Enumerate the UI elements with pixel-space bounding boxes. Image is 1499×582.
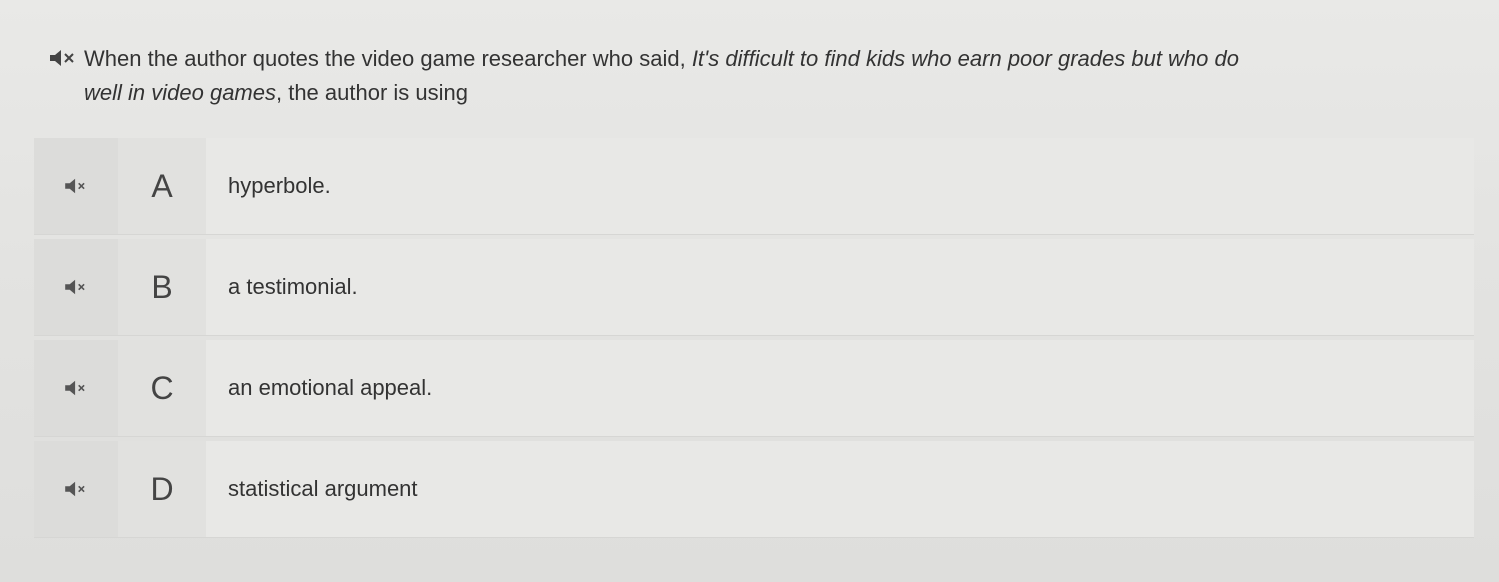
choice-d-letter: D — [118, 441, 206, 537]
speaker-muted-icon — [65, 481, 85, 497]
choice-a-audio-button[interactable] — [34, 138, 118, 234]
question-quote-line2: well in video games — [84, 80, 276, 105]
answer-choices: A hyperbole. B a testimonial. C an emoti… — [34, 138, 1474, 542]
choice-c-text: an emotional appeal. — [206, 340, 1474, 436]
choice-b-audio-button[interactable] — [34, 239, 118, 335]
choice-a[interactable]: A hyperbole. — [34, 138, 1474, 235]
choice-d-text: statistical argument — [206, 441, 1474, 537]
choice-c[interactable]: C an emotional appeal. — [34, 340, 1474, 437]
speaker-muted-icon — [65, 380, 85, 396]
choice-d[interactable]: D statistical argument — [34, 441, 1474, 538]
choice-b[interactable]: B a testimonial. — [34, 239, 1474, 336]
choice-b-letter: B — [118, 239, 206, 335]
choice-c-audio-button[interactable] — [34, 340, 118, 436]
question-suffix: , the author is using — [275, 80, 468, 105]
choice-d-audio-button[interactable] — [34, 441, 118, 537]
speaker-muted-icon — [65, 279, 85, 295]
quiz-screen: When the author quotes the video game re… — [0, 0, 1499, 582]
choice-c-letter: C — [118, 340, 206, 436]
speaker-muted-icon — [65, 178, 85, 194]
choice-b-text: a testimonial. — [206, 239, 1474, 335]
choice-a-letter: A — [118, 138, 206, 234]
speaker-muted-icon[interactable] — [48, 48, 76, 68]
choice-a-text: hyperbole. — [206, 138, 1474, 234]
question-stem: When the author quotes the video game re… — [48, 42, 1468, 110]
question-prefix: When the author quotes the video game re… — [84, 46, 692, 71]
question-quote-line1: It's difficult to find kids who earn poo… — [691, 46, 1239, 71]
